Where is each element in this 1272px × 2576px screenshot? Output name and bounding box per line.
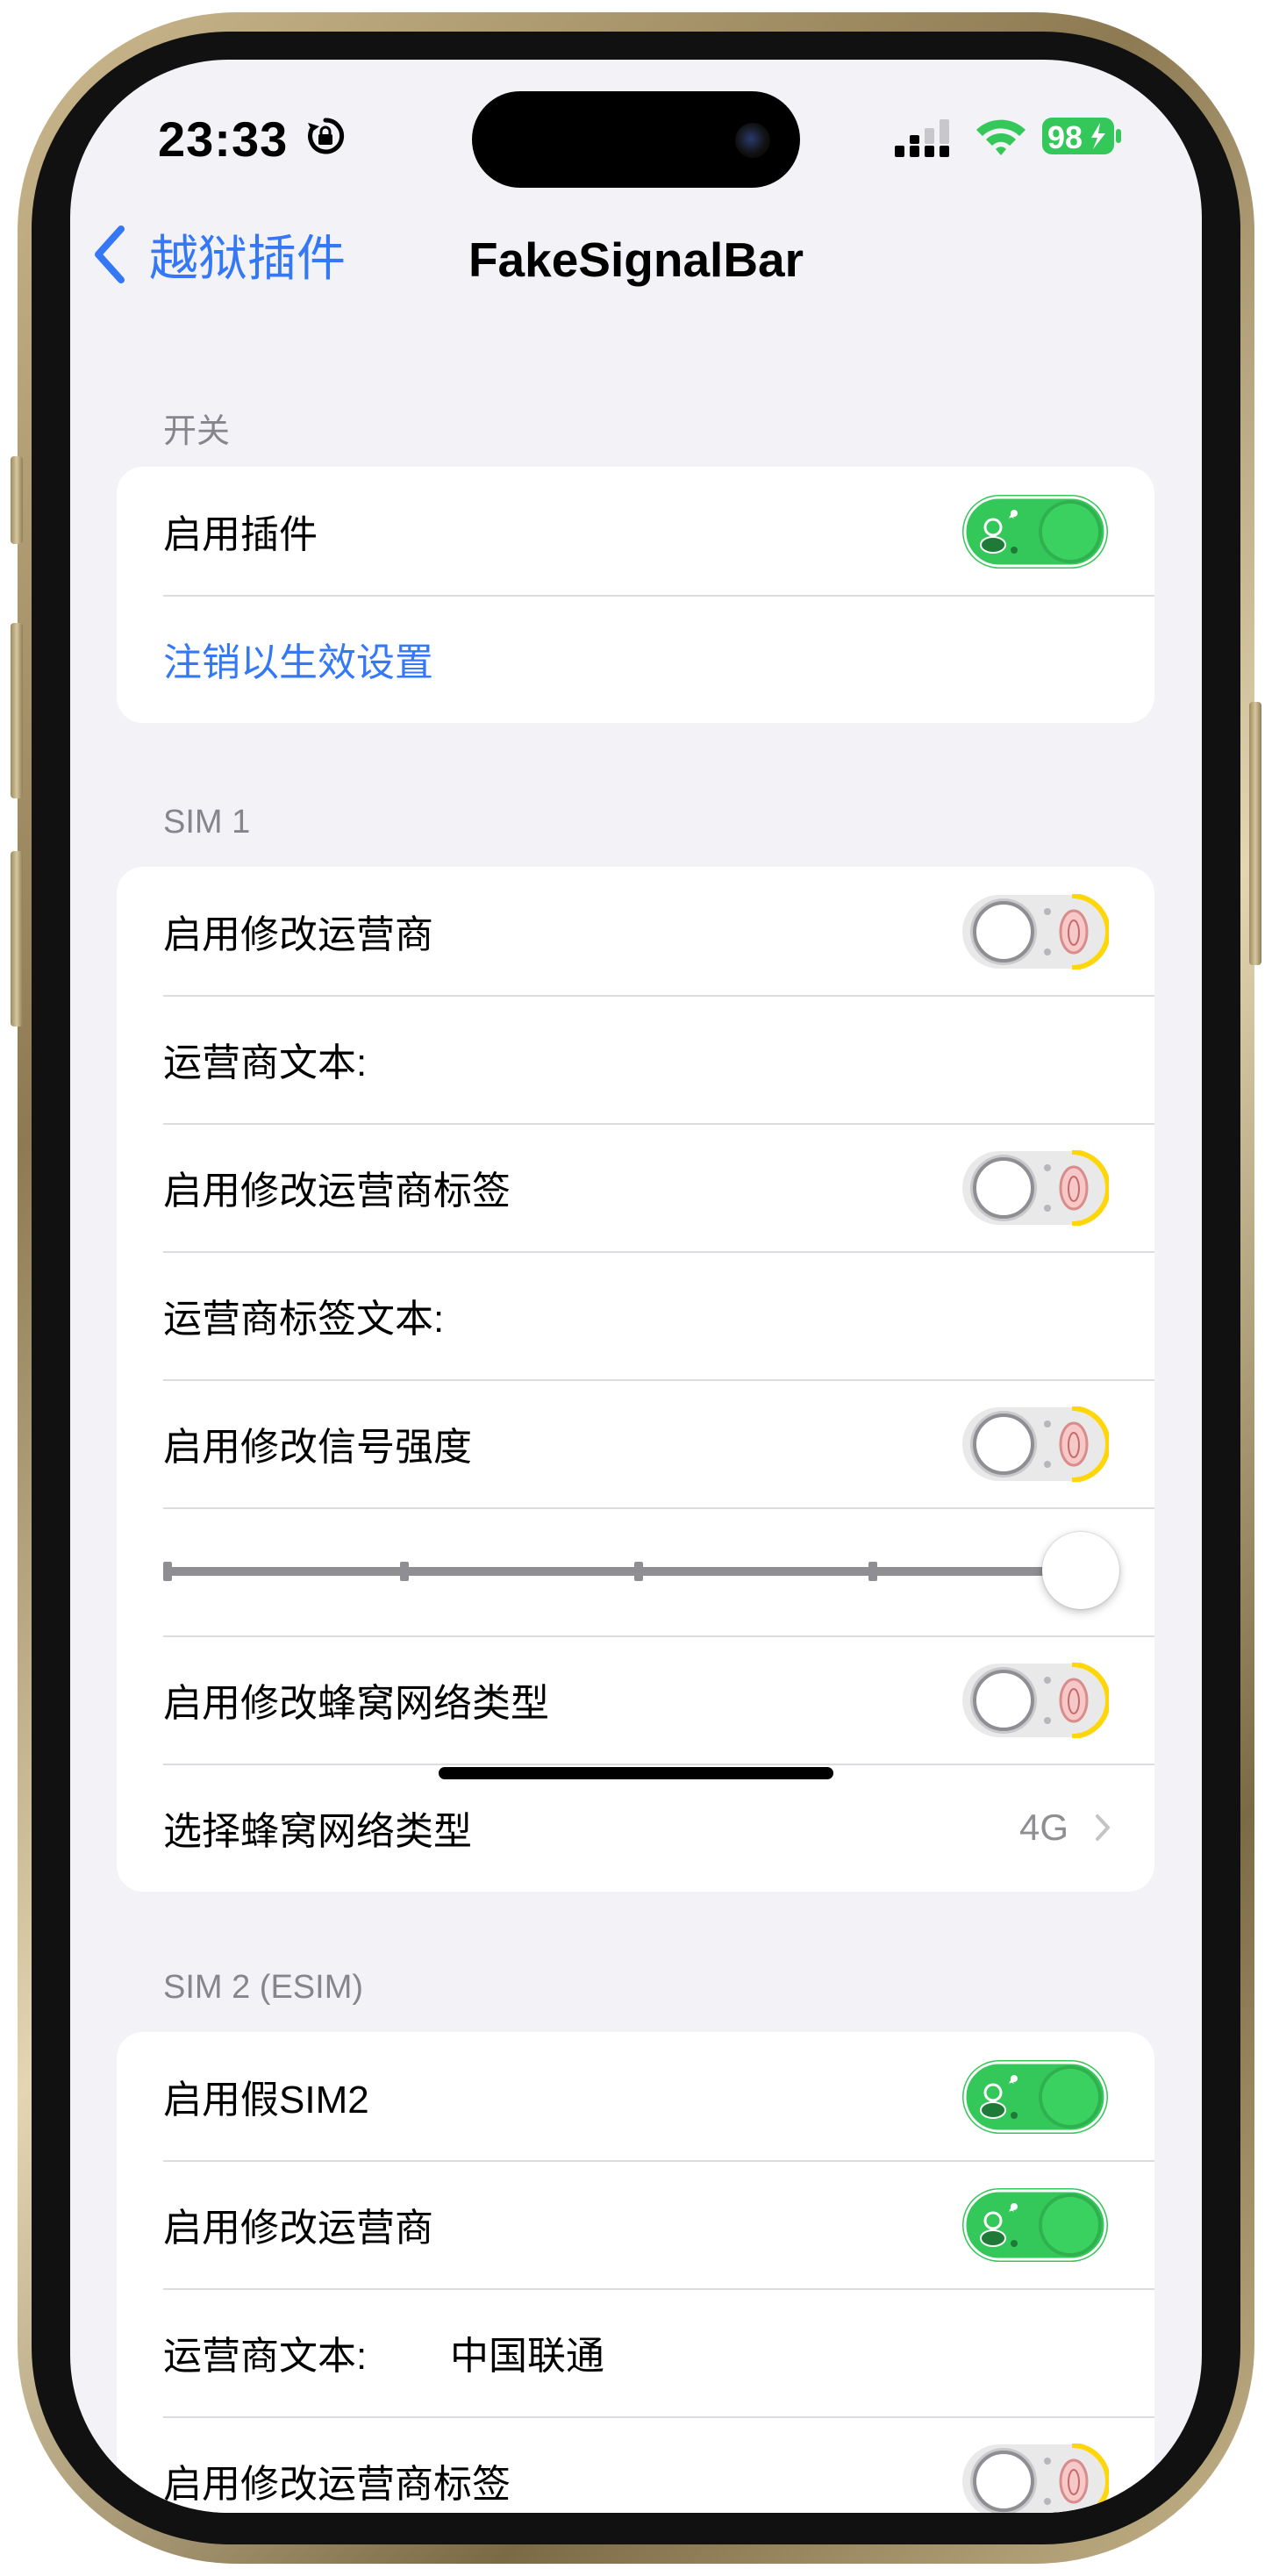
row-sim1-enable-carrier: 启用修改运营商 [117,867,1154,995]
row-sim2-enable-fake: 启用假SIM2 [117,2032,1154,2160]
toggle-sim1-enable-signal[interactable] [961,1406,1109,1482]
respring-link[interactable]: 注销以生效设置 [163,631,433,687]
row-sim1-carrier-text[interactable]: 运营商文本: [117,995,1154,1123]
carrier-text-field[interactable]: 中国联通 [450,2324,604,2380]
row-label: 运营商标签文本: [163,1298,445,1341]
signal-strength-slider-track[interactable] [163,1562,1119,1581]
action-button [11,456,23,544]
row-label: 启用修改运营商标签 [163,1170,511,1213]
home-indicator[interactable] [439,1767,833,1779]
section-header-switch: 开关 [163,413,231,450]
row-sim2-enable-carrier: 启用修改运营商 [117,2160,1154,2288]
row-sim1-enable-signal: 启用修改信号强度 [117,1379,1154,1507]
row-label: 选择蜂窝网络类型 [163,1810,472,1853]
power-button [1249,702,1261,965]
toggle-sim1-enable-carrier[interactable] [961,894,1109,970]
row-label: 启用假SIM2 [163,2079,369,2122]
status-time: 23:33 [158,111,289,167]
slider-tick [634,1562,643,1581]
screen: 23:33 98 越狱插件 FakeSignalBar 开关 启用插件 注销以生… [70,60,1202,2513]
front-camera [735,123,770,158]
row-label: 启用修改蜂窝网络类型 [163,1682,549,1725]
cell-type-detail: 4G [1019,1807,1111,1849]
row-label: 启用修改信号强度 [163,1426,472,1469]
group-switch: 启用插件 注销以生效设置 [117,467,1154,723]
section-header-sim1: SIM 1 [163,804,251,841]
toggle-sim1-enable-carrier-tag[interactable] [961,1150,1109,1226]
cellular-signal-icon [895,119,949,157]
volume-down-button [11,851,23,1027]
toggle-sim2-enable-carrier-tag[interactable] [961,2444,1109,2513]
slider-tick [163,1562,172,1581]
row-sim2-enable-carrier-tag: 启用修改运营商标签 [117,2416,1154,2513]
dynamic-island [472,91,800,188]
toggle-sim2-enable-carrier[interactable] [961,2187,1109,2263]
row-sim1-enable-carrier-tag: 启用修改运营商标签 [117,1123,1154,1251]
row-sim1-signal-slider [117,1507,1154,1635]
battery-indicator: 98 [1042,114,1123,158]
toggle-enable-plugin[interactable] [961,494,1109,569]
rotation-lock-icon [308,118,345,154]
group-sim1: 启用修改运营商 运营商文本: 启用修改运营商标签 运营商标签文本: 启用修改信号… [117,867,1154,1892]
slider-tick [868,1562,877,1581]
signal-strength-slider-thumb[interactable] [1042,1532,1119,1609]
row-enable-plugin: 启用插件 [117,467,1154,595]
battery-percentage: 98 [1047,119,1083,155]
chevron-right-icon [1096,1814,1110,1841]
volume-up-button [11,623,23,798]
row-label: 启用插件 [163,513,318,556]
row-sim2-carrier-text[interactable]: 运营商文本: 中国联通 [117,2288,1154,2416]
page-title: FakeSignalBar [468,233,804,287]
row-label: 启用修改运营商 [163,913,433,956]
row-label: 启用修改运营商标签 [163,2463,511,2506]
row-sim1-carrier-tag-text[interactable]: 运营商标签文本: [117,1251,1154,1379]
row-sim1-enable-cell-type: 启用修改蜂窝网络类型 [117,1635,1154,1764]
toggle-sim1-enable-cell-type[interactable] [961,1663,1109,1738]
toggle-sim2-enable-fake[interactable] [961,2059,1109,2135]
row-label: 启用修改运营商 [163,2207,433,2250]
group-sim2: 启用假SIM2 启用修改运营商 运营商文本: 中国联通 启用修改运营商标签 [117,2032,1154,2513]
cell-type-value: 4G [1018,1807,1068,1848]
row-label: 运营商文本: [163,2335,368,2378]
slider-tick [400,1562,409,1581]
row-sim1-cell-type[interactable]: 选择蜂窝网络类型 4G [117,1764,1154,1892]
row-respring[interactable]: 注销以生效设置 [117,595,1154,723]
section-header-sim2: SIM 2 (ESIM) [163,1969,364,2006]
row-label: 运营商文本: [163,1041,368,1084]
wifi-icon [976,119,1025,155]
